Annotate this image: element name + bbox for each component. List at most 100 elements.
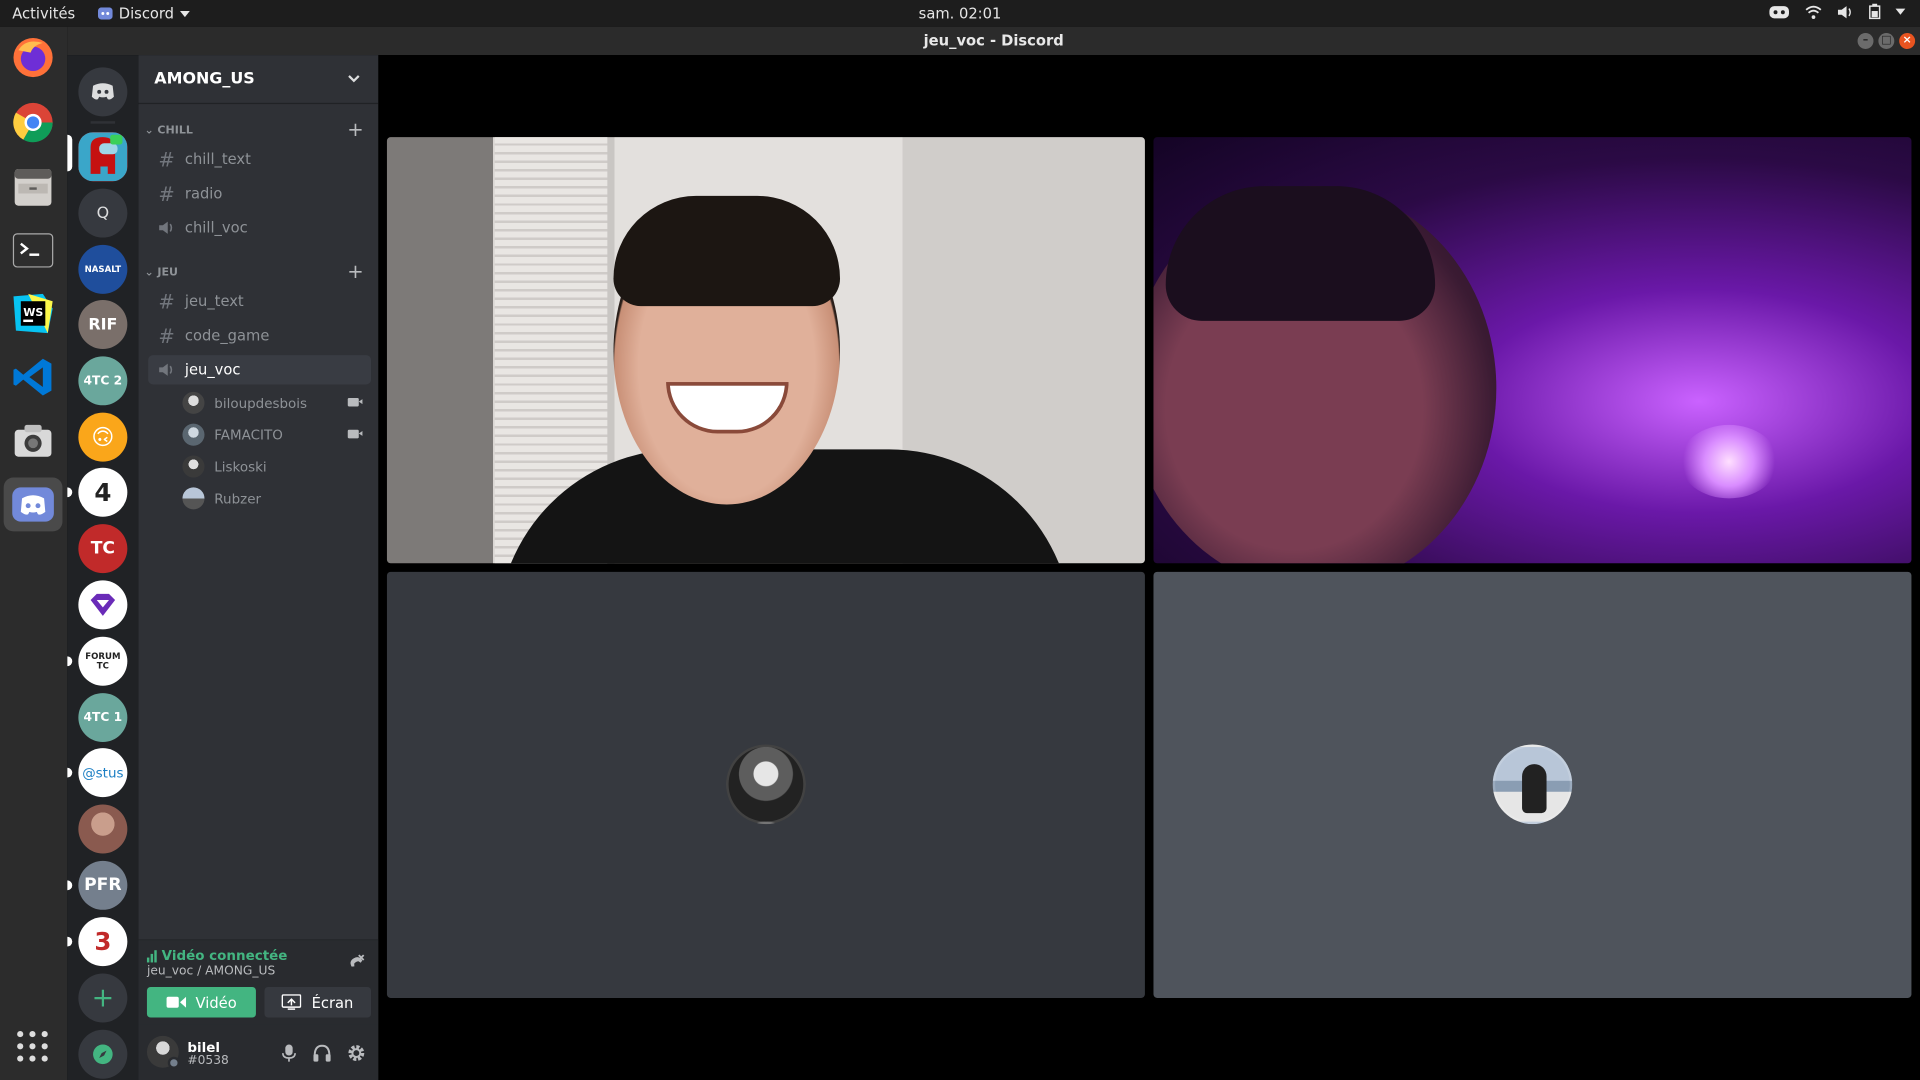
server-avatar[interactable] xyxy=(78,804,128,854)
video-button-label: Vidéo xyxy=(195,993,237,1011)
channel-label: chill_text xyxy=(184,150,251,168)
battery-icon[interactable] xyxy=(1869,3,1881,20)
server-3[interactable]: 3 xyxy=(78,917,128,967)
chevron-down-icon xyxy=(348,75,360,83)
server-upside-down-label: 🙃 xyxy=(91,424,115,451)
video-tile-camera-1[interactable] xyxy=(386,137,1145,564)
server-4[interactable]: 4 xyxy=(78,467,128,517)
file-cabinet-icon xyxy=(14,168,52,206)
voice-status[interactable]: Vidéo connectée xyxy=(146,948,287,964)
video-tile-camera-2[interactable] xyxy=(1153,137,1912,564)
voice-user-biloupdesbois[interactable]: biloupdesbois xyxy=(182,389,366,416)
files-launcher[interactable] xyxy=(10,163,57,210)
create-channel-plus-icon[interactable]: + xyxy=(347,118,363,141)
avatar xyxy=(182,391,205,414)
app-menu[interactable]: Discord xyxy=(97,5,190,22)
video-camera-icon xyxy=(166,996,186,1008)
avatar xyxy=(182,487,205,510)
show-applications-icon[interactable] xyxy=(17,1031,49,1063)
server-diamond[interactable] xyxy=(78,580,128,630)
gear-icon[interactable] xyxy=(347,1043,367,1063)
participant-avatar xyxy=(726,744,806,825)
voice-user-famacito[interactable]: FAMACITO xyxy=(182,421,366,448)
close-button[interactable]: × xyxy=(1899,33,1916,49)
add-server-button[interactable]: + xyxy=(78,973,128,1023)
channel-jeu-text[interactable]: # jeu_text xyxy=(148,287,371,316)
activities-button[interactable]: Activités xyxy=(12,5,75,22)
text-channel-hash-icon: # xyxy=(158,147,175,171)
clock[interactable]: sam. 02:01 xyxy=(919,5,1002,22)
channel-label: jeu_text xyxy=(184,292,244,310)
server-forum-tc[interactable]: FORUM TC xyxy=(78,636,128,686)
system-tray[interactable] xyxy=(1768,3,1906,20)
voice-user-liskoski[interactable]: Liskoski xyxy=(182,453,366,480)
chrome-icon xyxy=(13,102,53,143)
avatar xyxy=(182,455,205,478)
screen-share-button[interactable]: Écran xyxy=(264,986,372,1018)
vscode-launcher[interactable] xyxy=(10,354,57,401)
server-nasalt[interactable]: NASALT xyxy=(78,244,128,294)
server-4tc-1[interactable]: 4TC 1 xyxy=(78,693,128,743)
participant-avatar xyxy=(1492,744,1573,825)
microphone-icon[interactable] xyxy=(280,1043,297,1063)
video-call-stage xyxy=(378,55,1920,1080)
voice-user-name: Liskoski xyxy=(214,458,267,475)
channel-radio[interactable]: # radio xyxy=(148,179,371,208)
server-rif[interactable]: RIF xyxy=(78,300,128,349)
webstorm-launcher[interactable]: WS xyxy=(10,290,57,337)
server-tc[interactable]: TC xyxy=(78,524,128,574)
firefox-icon xyxy=(13,37,53,78)
minimize-button[interactable]: – xyxy=(1857,33,1874,49)
video-button[interactable]: Vidéo xyxy=(146,986,256,1018)
create-channel-plus-icon[interactable]: + xyxy=(347,260,363,283)
window-title-bar[interactable]: jeu_voc - Discord – □ × xyxy=(67,26,1920,56)
guild-header[interactable]: AMONG_US xyxy=(138,55,379,105)
explore-servers-button[interactable] xyxy=(78,1029,128,1079)
server-4tc-2[interactable]: 4TC 2 xyxy=(78,356,128,406)
discord-tray-icon[interactable] xyxy=(1768,4,1790,19)
server-pfr[interactable]: PFR xyxy=(78,860,128,910)
discord-launcher[interactable] xyxy=(3,477,63,532)
voice-user-name: FAMACITO xyxy=(214,426,283,443)
selected-server-pill xyxy=(67,134,73,172)
server-q[interactable]: Q xyxy=(78,188,128,238)
svg-text:WS: WS xyxy=(23,306,43,319)
home-button[interactable] xyxy=(78,67,128,117)
plus-icon: + xyxy=(91,982,115,1014)
chrome-launcher[interactable] xyxy=(10,99,57,146)
volume-icon[interactable] xyxy=(1837,4,1854,19)
text-channel-hash-icon: # xyxy=(158,289,175,313)
terminal-launcher[interactable] xyxy=(10,227,57,274)
headphones-icon[interactable] xyxy=(312,1043,332,1063)
username: bilel xyxy=(187,1039,220,1056)
channel-chill-voc[interactable]: chill_voc xyxy=(148,213,371,242)
server-among-us[interactable] xyxy=(78,132,128,182)
window-controls: – □ × xyxy=(1857,33,1916,49)
guild-name: AMONG_US xyxy=(154,69,255,89)
channel-code-game[interactable]: # code_game xyxy=(148,321,371,350)
server-4-label: 4 xyxy=(94,477,112,507)
channel-chill-text[interactable]: # chill_text xyxy=(148,144,371,173)
lamp-glow xyxy=(1680,424,1778,499)
system-menu-chevron-icon[interactable] xyxy=(1895,8,1906,15)
unread-pill-5 xyxy=(67,936,73,947)
firefox-launcher[interactable] xyxy=(10,34,57,81)
category-jeu[interactable]: ⌄ JEU + xyxy=(143,260,373,283)
category-chill[interactable]: ⌄ CHILL + xyxy=(143,118,373,141)
ubuntu-dock: WS xyxy=(0,26,68,1080)
vscode-icon xyxy=(13,358,52,396)
maximize-button[interactable]: □ xyxy=(1878,33,1895,49)
channel-jeu-voc[interactable]: jeu_voc xyxy=(148,355,372,385)
text-channel-hash-icon: # xyxy=(158,181,175,206)
voice-user-rubzer[interactable]: Rubzer xyxy=(182,485,366,512)
server-tc-label: TC xyxy=(90,538,115,559)
disconnect-icon[interactable] xyxy=(347,953,367,973)
server-astus[interactable]: @stus xyxy=(78,748,128,798)
camera-app-launcher[interactable] xyxy=(10,418,57,465)
user-panel: bilel #0538 xyxy=(138,1024,379,1080)
participant-tile-no-video-1[interactable] xyxy=(386,571,1145,998)
terminal-icon xyxy=(12,233,54,268)
participant-tile-no-video-2[interactable] xyxy=(1153,571,1912,998)
server-upside-down-face[interactable]: 🙃 xyxy=(78,412,128,462)
wifi-icon[interactable] xyxy=(1805,4,1822,19)
